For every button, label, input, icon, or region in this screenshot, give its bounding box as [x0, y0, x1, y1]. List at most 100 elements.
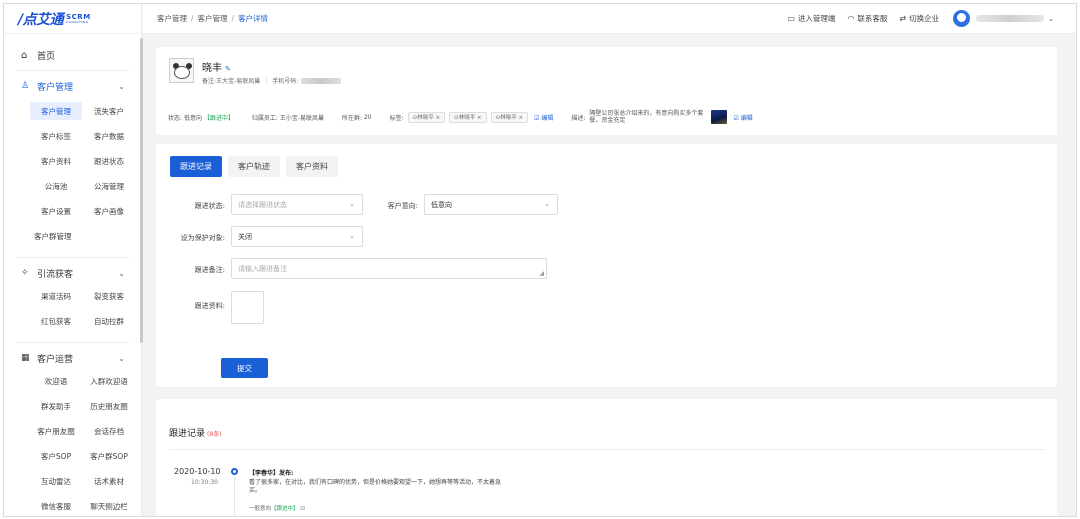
sidebar-item-customer-sop[interactable]: 客户SOP — [30, 444, 82, 469]
sidebar-item-auto-group[interactable]: 自动拉群 — [83, 309, 135, 334]
follow-note-textarea[interactable]: 请输入跟进备注 ◢ — [231, 258, 547, 279]
enter-admin-button[interactable]: ▭ 进入管理端 — [787, 13, 835, 24]
tags-block: 标签: ⊙林晓平 × ⊙林晓平 × ⊙林晓平 × ☑ 编辑 — [390, 111, 553, 123]
sidebar-group-customer[interactable]: ♙ 客户管理 ⌄ — [4, 79, 141, 93]
edit-icon: ☑ — [534, 114, 540, 122]
protect-select[interactable]: 关闭 ⌄ — [231, 226, 363, 247]
record-date: 2020-10-10 — [174, 467, 221, 476]
app-window: /点艾通 SCRM DIANAITONG ⌂ 首页 ♙ 客户管理 ⌄ 客户管理 流… — [3, 3, 1077, 517]
switch-icon: ⇄ — [899, 14, 907, 23]
tag-chip[interactable]: ⊙林晓平 × — [407, 111, 446, 123]
logo[interactable]: /点艾通 SCRM DIANAITONG — [4, 4, 141, 34]
sidebar-item-public-pool[interactable]: 公海池 — [30, 174, 82, 199]
sidebar-submenu-customer: 客户管理 流失客户 客户标签 客户数据 客户资料 跟进状态 公海池 公海管理 客… — [4, 99, 141, 224]
customer-intent-select[interactable]: 低意向 ⌄ — [424, 194, 558, 215]
logo-text: /点艾通 — [18, 11, 64, 28]
note-label: 跟进备注: — [194, 266, 225, 274]
logo-scrm: SCRM DIANAITONG — [66, 12, 91, 24]
description-text: 隔壁公司张总介绍来的，有意向购买多个套餐，资金充足 — [589, 110, 704, 124]
chevron-down-icon[interactable]: ⌄ — [1048, 15, 1054, 23]
breadcrumb-current: 客户详情 — [238, 14, 269, 23]
record-author: 【李春华】发布: — [249, 470, 294, 477]
sidebar-item-lost-customer[interactable]: 流失客户 — [83, 99, 135, 124]
status-badge: 【跟进中】 — [203, 114, 234, 122]
sidebar-submenu-acquisition: 渠道活码 裂变获客 红包获客 自动拉群 — [4, 284, 141, 334]
tab-follow-records[interactable]: 跟进记录 — [170, 156, 222, 177]
follow-up-form-card: 跟进记录 客户轨迹 客户资料 跟进状态: 请选择跟进状态 ⌄ 客户意向: 低意向 ⌄… — [156, 144, 1057, 387]
owner-value: 王小宝-易联凤巢 — [279, 114, 325, 122]
sidebar-item-label: 首页 — [37, 51, 56, 62]
sidebar-group-label: 客户管理 — [37, 82, 74, 93]
sidebar-item-scripts[interactable]: 话术素材 — [83, 469, 135, 494]
edit-tags-link[interactable]: ☑ 编辑 — [534, 113, 553, 122]
sidebar-item-customer-tags[interactable]: 客户标签 — [30, 124, 82, 149]
customer-remark-row: 备注: 王大宝-易联凤巢 | 手机号码: — [202, 76, 342, 85]
sidebar-item-moments-history[interactable]: 历史朋友圈 — [83, 394, 135, 419]
follow-status-select[interactable]: 请选择跟进状态 ⌄ — [231, 194, 363, 215]
file-upload-box[interactable] — [231, 291, 264, 324]
sidebar-item-customer-moments[interactable]: 客户朋友圈 — [30, 419, 82, 444]
chevron-down-icon: ⌄ — [118, 268, 125, 278]
tag-chip[interactable]: ⊙林晓平 × — [449, 111, 487, 123]
sidebar-item-radar[interactable]: 互动雷达 — [30, 469, 82, 494]
sidebar: /点艾通 SCRM DIANAITONG ⌂ 首页 ♙ 客户管理 ⌄ 客户管理 流… — [4, 4, 143, 516]
resize-handle-icon: ◢ — [539, 270, 544, 277]
sidebar-item-customer-profile[interactable]: 客户资料 — [30, 149, 82, 174]
sidebar-item-customer-data[interactable]: 客户数据 — [83, 124, 135, 149]
breadcrumb: 客户管理 / 客户管理 / 客户详情 — [157, 14, 269, 23]
sidebar-group-label: 客户运营 — [37, 354, 74, 365]
edit-icon[interactable]: ☑ — [300, 506, 305, 512]
sidebar-item-customer-portrait[interactable]: 客户画像 — [83, 199, 135, 224]
divider — [16, 342, 129, 343]
sidebar-item-follow-status[interactable]: 跟进状态 — [83, 149, 135, 174]
protect-label: 设为保护对象: — [180, 234, 225, 242]
top-header: 客户管理 / 客户管理 / 客户详情 ▭ 进入管理端 ◠ 联系客服 ⇄ 切换企业 ⌄ — [143, 4, 1076, 34]
sidebar-item-pool-manage[interactable]: 公海管理 — [83, 174, 135, 199]
submit-button[interactable]: 提交 — [221, 358, 268, 378]
sidebar-group-operations[interactable]: ▦ 客户运营 ⌄ — [4, 351, 141, 365]
sidebar-item-channel-code[interactable]: 渠道活码 — [30, 284, 82, 309]
records-count: (8条) — [207, 431, 222, 438]
description-image[interactable] — [711, 110, 728, 124]
timeline-dot — [231, 468, 238, 475]
chevron-down-icon: ⌄ — [118, 353, 125, 363]
user-name-blurred[interactable] — [976, 15, 1045, 22]
avatar[interactable] — [953, 10, 971, 27]
sidebar-item-customer-manage[interactable]: 客户管理 — [30, 102, 82, 120]
customer-remark: 王大宝-易联凤巢 — [216, 78, 261, 85]
grid-icon: ▦ — [21, 353, 30, 363]
breadcrumb-item[interactable]: 客户管理 — [198, 14, 228, 23]
sidebar-item-chat-archive[interactable]: 会话存档 — [83, 419, 135, 444]
edit-icon[interactable]: ✎ — [225, 65, 231, 73]
sidebar-scrollbar[interactable] — [140, 38, 143, 343]
switch-company-button[interactable]: ⇄ 切换企业 — [899, 13, 939, 24]
sidebar-item-welcome[interactable]: 欢迎语 — [30, 369, 82, 394]
sidebar-group-label: 引流获客 — [37, 269, 74, 280]
sidebar-item-red-packet[interactable]: 红包获客 — [30, 309, 82, 334]
file-label: 跟进资料: — [194, 302, 225, 310]
sidebar-item-group-manage[interactable]: 客户群管理 — [4, 224, 141, 249]
sidebar-item-wechat-service[interactable]: 微信客服 — [30, 494, 82, 516]
sidebar-item-chat-sidebar[interactable]: 聊天侧边栏 — [83, 494, 135, 516]
edit-icon: ☑ — [733, 114, 739, 122]
records-title: 跟进记录 (8条) — [169, 429, 222, 439]
tag-chip[interactable]: ⊙林晓平 × — [490, 111, 529, 123]
sidebar-item-group-welcome[interactable]: 入群欢迎语 — [83, 369, 135, 394]
sidebar-group-acquisition[interactable]: ✧ 引流获客 ⌄ — [4, 266, 141, 280]
customer-info-card: 晓丰 ✎ 备注: 王大宝-易联凤巢 | 手机号码: 状态: 低意向 【跟进中】 归属… — [156, 47, 1057, 135]
breadcrumb-item[interactable]: 客户管理 — [157, 14, 187, 23]
edit-description-link[interactable]: ☑ 编辑 — [733, 113, 752, 122]
phone-blurred — [301, 77, 342, 84]
contact-support-button[interactable]: ◠ 联系客服 — [847, 13, 887, 24]
timeline-line — [234, 477, 235, 516]
sidebar-item-mass-send[interactable]: 群发助手 — [30, 394, 82, 419]
sidebar-item-group-sop[interactable]: 客户群SOP — [83, 444, 135, 469]
follow-records-card: 跟进记录 (8条) 2020-10-10 10:30:30 【李春华】发布: 看了… — [156, 399, 1057, 516]
tab-customer-profile[interactable]: 客户资料 — [286, 156, 338, 177]
tab-customer-track[interactable]: 客户轨迹 — [228, 156, 280, 177]
sidebar-item-home[interactable]: ⌂ 首页 — [4, 48, 141, 62]
divider — [169, 449, 1045, 450]
record-body: 看了很多家，在对比，我们有口碑的优势，但是价格她要观望一下，她想再等等活动，不太… — [249, 479, 502, 494]
sidebar-item-customer-settings[interactable]: 客户设置 — [30, 199, 82, 224]
sidebar-item-fission[interactable]: 裂变获客 — [83, 284, 135, 309]
